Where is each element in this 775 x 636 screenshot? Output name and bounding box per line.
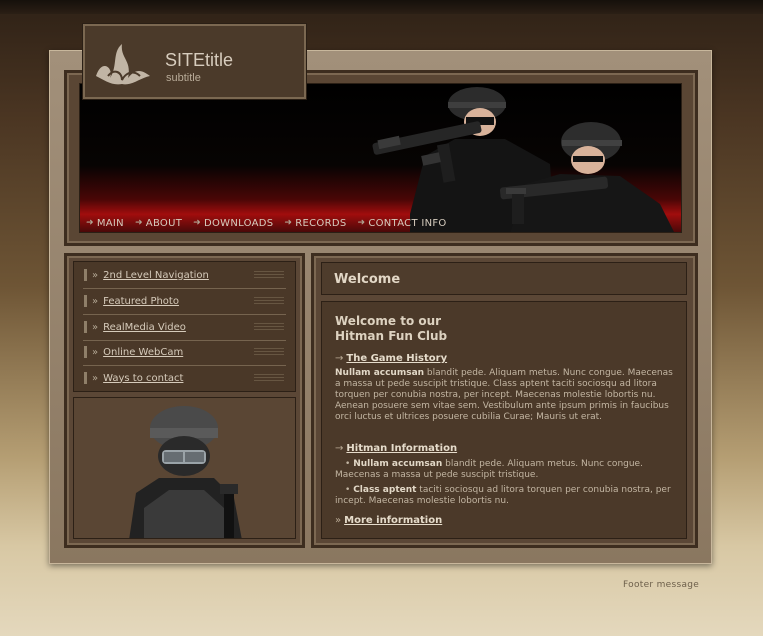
nav-contact-info[interactable]: ➜ CONTACT INFO <box>357 218 446 229</box>
page-title-line2: Hitman Fun Club <box>335 329 448 343</box>
double-chevron-icon: » <box>92 346 99 358</box>
arrow-right-icon: ➜ <box>284 218 293 228</box>
double-chevron-icon: » <box>92 269 99 281</box>
nav-about-label: ABOUT <box>145 217 183 229</box>
nav-main-label: MAIN <box>96 217 124 229</box>
nav-records-label: RECORDS <box>295 217 347 229</box>
bullet-icon: • <box>345 485 351 495</box>
lead-text: Nullam accumsan <box>335 368 425 378</box>
section-heading: The Game History <box>346 353 448 364</box>
lead-text: Nullam accumsan <box>353 459 443 469</box>
nav-downloads-label: DOWNLOADS <box>203 217 274 229</box>
decorative-lines <box>254 323 284 332</box>
sidebar-item-label: Featured Photo <box>103 295 179 307</box>
page-title-line1: Welcome to our <box>335 314 442 328</box>
menu-bar-marker <box>84 372 87 384</box>
arrow-right-icon: → <box>335 353 344 364</box>
soldier-portrait-image <box>129 406 242 538</box>
sidebar-item-label: Ways to contact <box>103 372 184 384</box>
double-chevron-icon: » <box>92 372 99 384</box>
site-subtitle: subtitle <box>166 72 201 84</box>
featured-photo-panel <box>73 397 296 539</box>
decorative-lines <box>254 374 284 383</box>
section-heading: Hitman Information <box>346 443 458 454</box>
main-content: Welcome to our Hitman Fun Club → The Game… <box>321 301 687 539</box>
sidebar-item-ways-to-contact[interactable]: » Ways to contact <box>84 368 286 388</box>
menu-divider <box>83 314 286 315</box>
sidebar-menu: » 2nd Level Navigation » Featured Photo … <box>73 261 296 392</box>
bullet-text-1: • Nullam accumsan blandit pede. Aliquam … <box>335 459 679 481</box>
nav-contact-info-label: CONTACT INFO <box>368 217 447 229</box>
double-chevron-icon: » <box>92 295 99 307</box>
arrow-right-icon: ➜ <box>86 218 94 228</box>
sidebar-item-realmedia-video[interactable]: » RealMedia Video <box>84 317 286 337</box>
page-right-edge <box>763 0 775 636</box>
menu-bar-marker <box>84 321 87 333</box>
top-shadow-bar <box>0 0 775 14</box>
page-title: Welcome to our Hitman Fun Club <box>335 314 447 344</box>
bullet-icon: • <box>345 459 351 469</box>
nav-main[interactable]: ➜ MAIN <box>86 218 124 229</box>
sidebar-item-label: 2nd Level Navigation <box>103 269 209 281</box>
sidebar-item-label: Online WebCam <box>103 346 184 358</box>
arrow-right-icon: ➜ <box>357 218 366 228</box>
section-text-game-history: Nullam accumsan blandit pede. Aliquam me… <box>335 368 679 423</box>
arrow-right-icon: → <box>335 443 344 454</box>
footer-message: Footer message <box>623 580 700 590</box>
arrow-right-icon: ➜ <box>134 218 143 228</box>
soldiers-image <box>372 87 674 232</box>
nav-about[interactable]: ➜ ABOUT <box>135 218 182 229</box>
sidebar-item-online-webcam[interactable]: » Online WebCam <box>84 342 286 362</box>
decorative-lines <box>254 271 284 280</box>
menu-divider <box>83 340 286 341</box>
sidebar-item-featured-photo[interactable]: » Featured Photo <box>84 291 286 311</box>
header-banner <box>79 83 682 233</box>
welcome-bar: Welcome <box>321 262 687 295</box>
flame-logo-icon <box>96 44 150 85</box>
arrow-right-icon: ➜ <box>193 218 201 228</box>
sidebar-item-2nd-level-navigation[interactable]: » 2nd Level Navigation <box>84 265 286 285</box>
menu-divider <box>83 288 286 289</box>
menu-divider <box>83 365 286 366</box>
menu-bar-marker <box>84 269 87 281</box>
site-title: SITEtitle <box>165 50 234 70</box>
menu-bar-marker <box>84 346 87 358</box>
nav-records[interactable]: ➜ RECORDS <box>284 218 346 229</box>
site-logo[interactable]: SITEtitle subtitle <box>82 23 307 100</box>
lead-text: Class aptent <box>353 485 417 495</box>
section-link-game-history[interactable]: → The Game History <box>335 353 447 364</box>
menu-bar-marker <box>84 295 87 307</box>
section-link-hitman-information[interactable]: → Hitman Information <box>335 443 457 454</box>
more-link-label: More information <box>344 515 443 526</box>
sidebar-item-label: RealMedia Video <box>103 321 186 333</box>
decorative-lines <box>254 297 284 306</box>
double-chevron-icon: » <box>335 515 342 526</box>
bullet-text-2: • Class aptent taciti sociosqu ad litora… <box>335 485 679 507</box>
more-information-link[interactable]: » More information <box>335 515 442 526</box>
main-nav: ➜ MAIN ➜ ABOUT ➜ DOWNLOADS ➜ RECORDS ➜ C… <box>86 216 447 230</box>
double-chevron-icon: » <box>92 321 99 333</box>
welcome-heading: Welcome <box>334 272 401 287</box>
decorative-lines <box>254 348 284 357</box>
nav-downloads[interactable]: ➜ DOWNLOADS <box>193 218 273 229</box>
